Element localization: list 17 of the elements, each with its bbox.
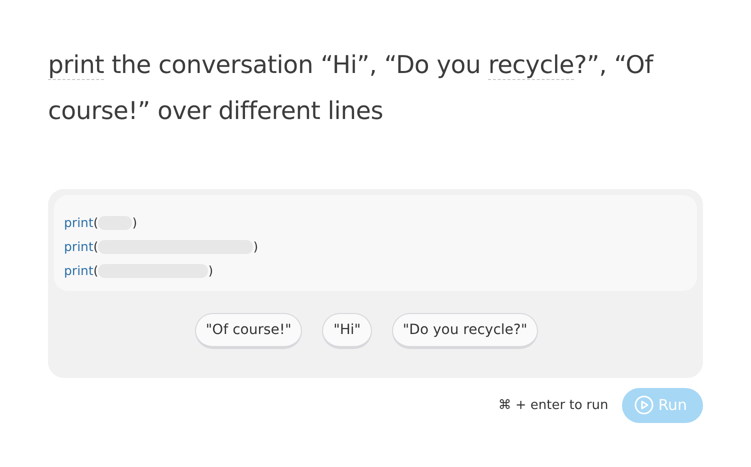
answer-option[interactable]: "Do you recycle?" xyxy=(392,313,538,349)
glossary-term-link[interactable]: print xyxy=(48,50,104,80)
parenthesis: ( xyxy=(93,262,98,280)
play-icon xyxy=(634,395,654,416)
answer-option[interactable]: "Hi" xyxy=(322,313,372,349)
task-instruction: print the conversation “Hi”, “Do you recycle?”, “Of course!” over different lines xyxy=(48,49,655,127)
function-name: print xyxy=(64,262,94,280)
parenthesis: ( xyxy=(93,238,98,256)
parenthesis: ) xyxy=(253,238,258,256)
parenthesis: ) xyxy=(132,214,138,232)
function-name: print xyxy=(64,238,94,256)
function-name: print xyxy=(64,214,94,232)
glossary-term-link[interactable]: recycle xyxy=(488,50,574,80)
parenthesis: ) xyxy=(208,262,214,280)
answer-option[interactable]: "Of course!" xyxy=(194,313,302,349)
parenthesis: ( xyxy=(93,214,98,232)
shortcut-hint: ⌘ + enter to run xyxy=(498,396,608,414)
